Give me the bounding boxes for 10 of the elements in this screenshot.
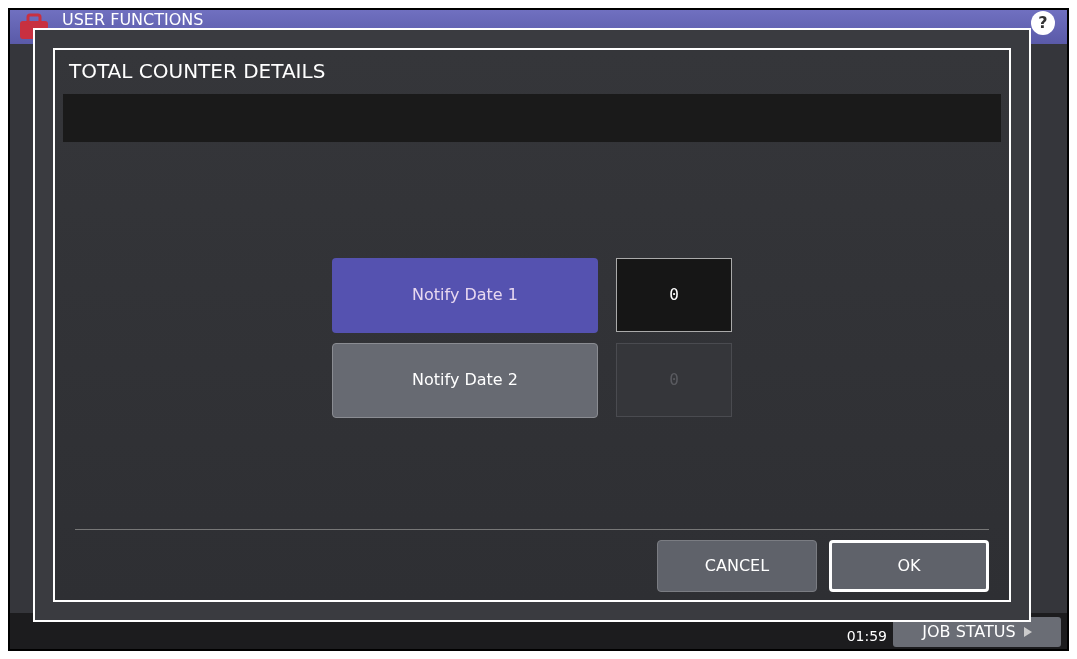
- cancel-button[interactable]: CANCEL: [657, 540, 817, 592]
- ok-button[interactable]: OK: [829, 540, 989, 592]
- play-icon: [1023, 627, 1032, 637]
- clock-time: 01:59: [846, 629, 887, 643]
- notify-date-button[interactable]: Notify Date 2: [332, 342, 598, 418]
- dialog-title: TOTAL COUNTER DETAILS: [69, 58, 327, 85]
- notify-date-button[interactable]: Notify Date 1: [332, 257, 598, 333]
- help-icon[interactable]: ?: [1031, 11, 1055, 35]
- header-title: USER FUNCTIONS: [62, 12, 204, 28]
- value-field[interactable]: 0: [616, 257, 732, 332]
